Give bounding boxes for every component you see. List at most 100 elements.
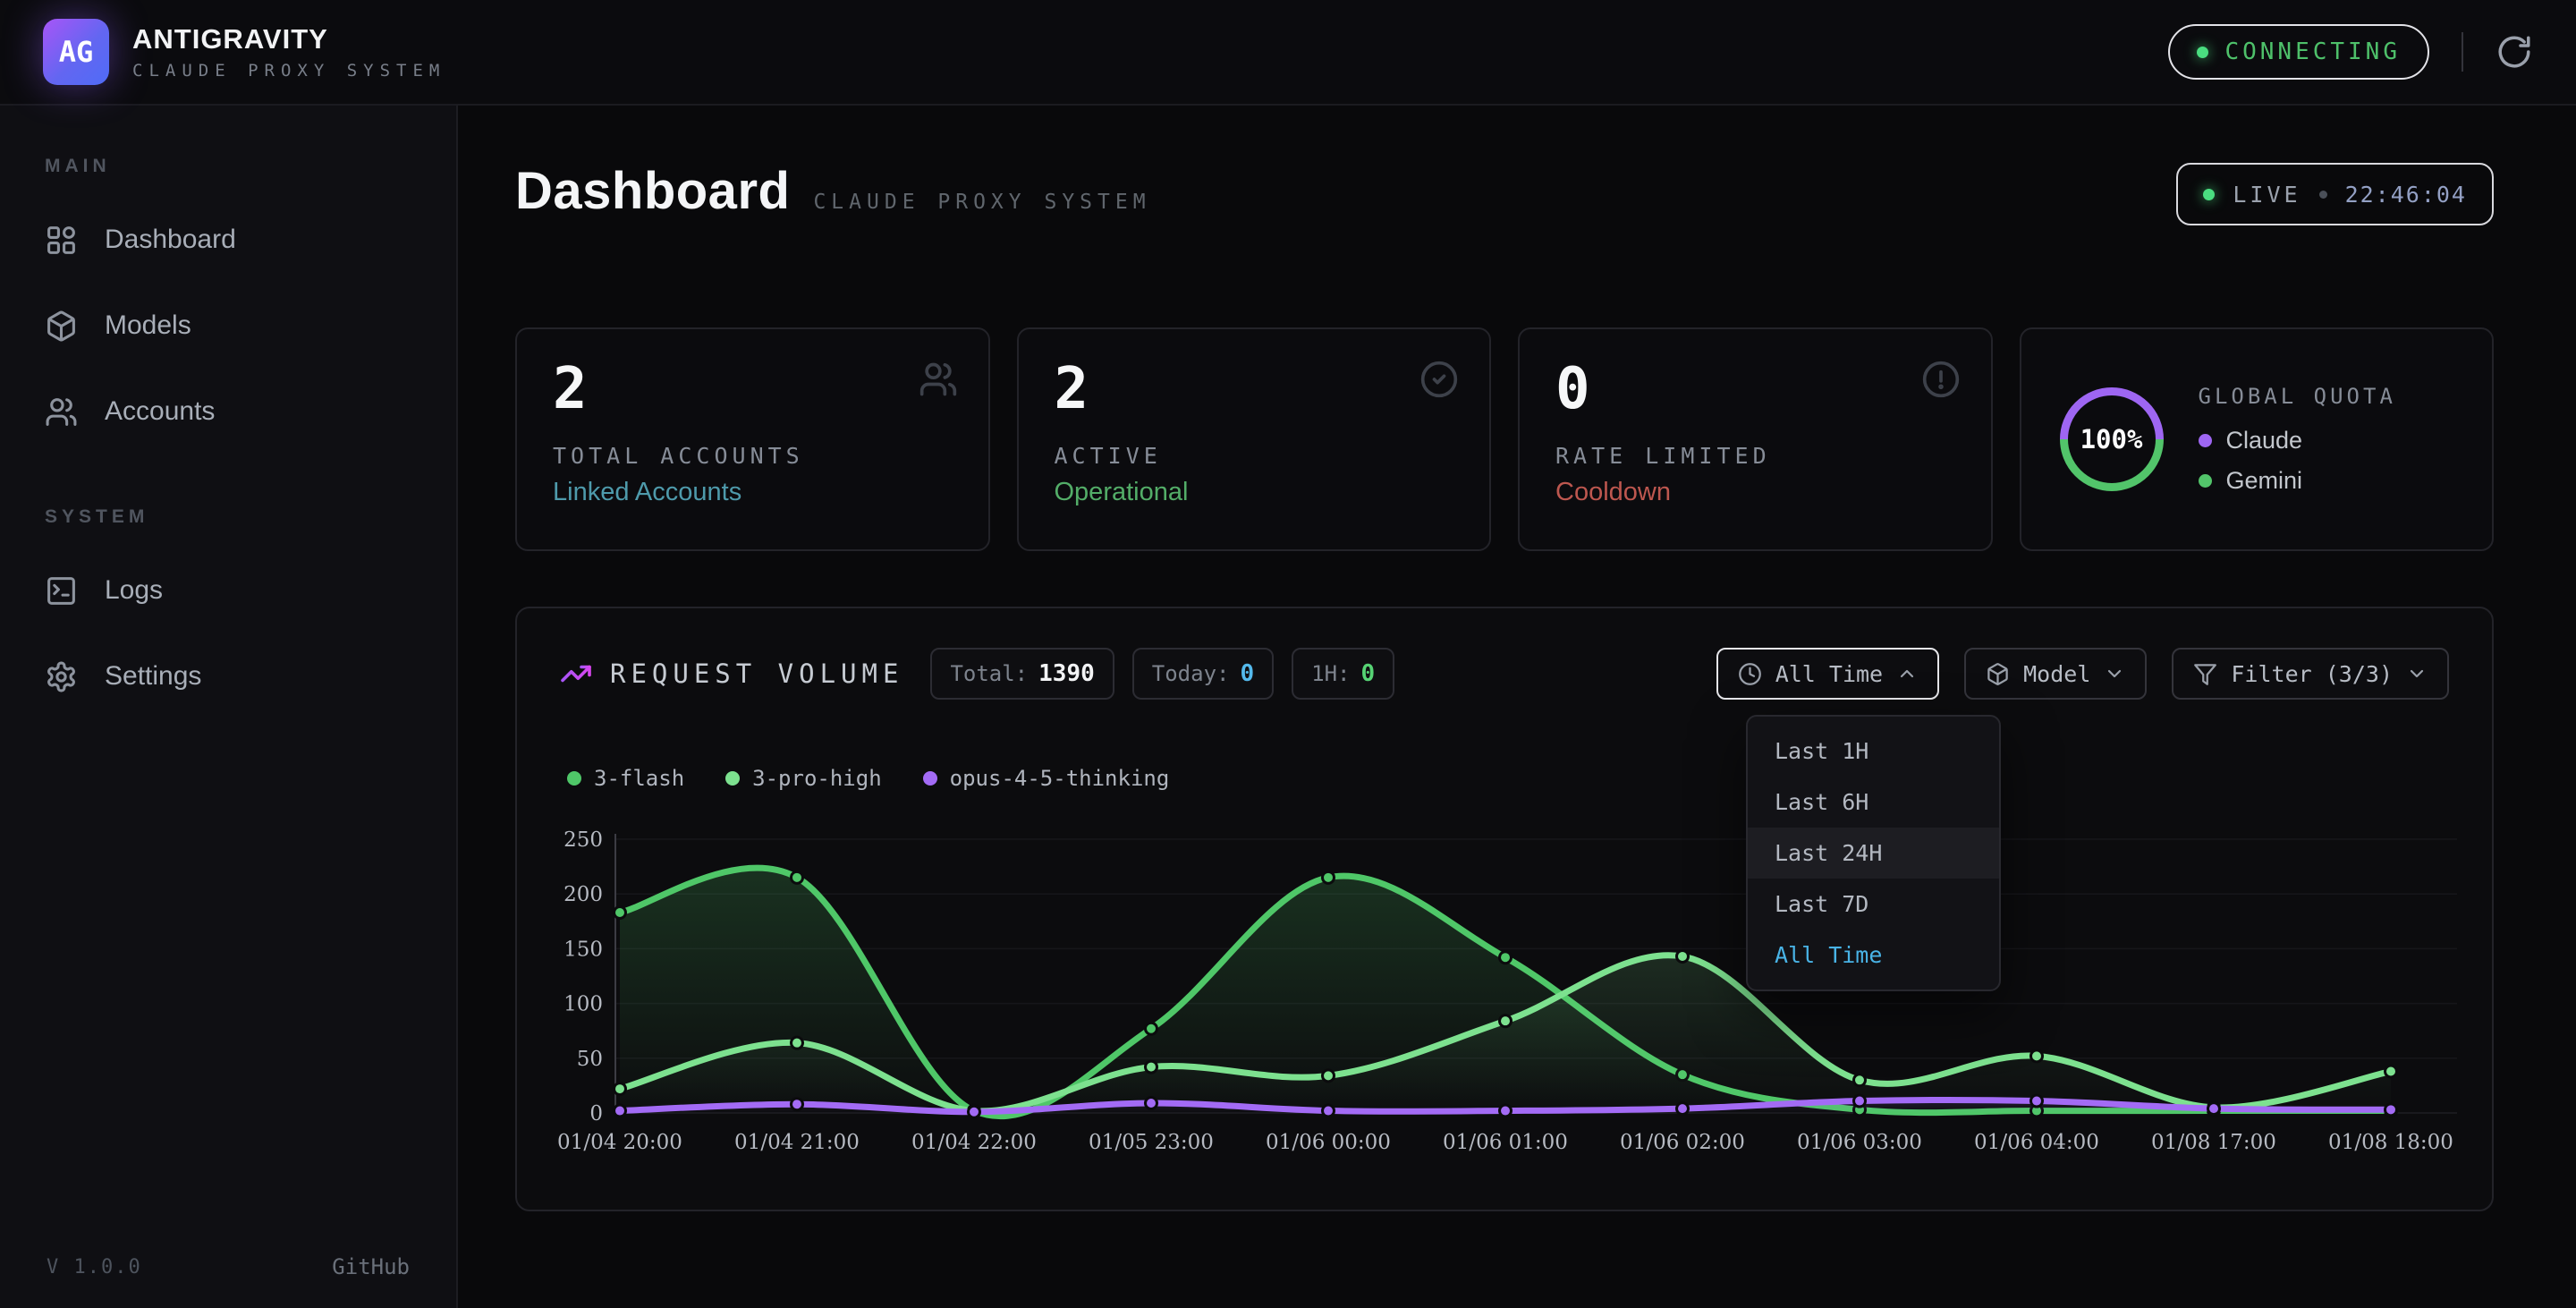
trending-up-icon xyxy=(560,658,592,690)
stat-card-active: 2 ACTIVE Operational xyxy=(1017,327,1492,551)
stat-subtext: Cooldown xyxy=(1555,478,1955,507)
svg-text:01/06 01:00: 01/06 01:00 xyxy=(1443,1131,1568,1154)
menu-item-last-24h[interactable]: Last 24H xyxy=(1748,828,1999,879)
legend-item-3-flash[interactable]: 3-flash xyxy=(567,766,684,791)
page-title: Dashboard xyxy=(515,161,790,221)
sidebar-item-label: Settings xyxy=(105,661,201,692)
series-dot-icon xyxy=(567,771,581,786)
chevron-down-icon xyxy=(2406,663,2428,684)
request-volume-chart: 05010015020025001/04 20:0001/04 21:0001/… xyxy=(553,828,2462,1168)
svg-text:01/05 23:00: 01/05 23:00 xyxy=(1089,1131,1214,1154)
refresh-icon[interactable] xyxy=(2496,33,2533,71)
live-status-badge: LIVE 22:46:04 xyxy=(2176,163,2494,225)
request-volume-card: REQUEST VOLUME Total: 1390 Today: 0 1H: … xyxy=(515,607,2494,1211)
chevron-up-icon xyxy=(1896,663,1918,684)
filter-button[interactable]: Filter (3/3) xyxy=(2172,648,2449,700)
svg-text:50: 50 xyxy=(577,1048,603,1071)
stat-value: 0 xyxy=(1555,360,1955,420)
clock-icon xyxy=(1738,662,1762,686)
svg-text:01/08 18:00: 01/08 18:00 xyxy=(2328,1131,2453,1154)
svg-text:100: 100 xyxy=(564,993,603,1016)
series-dot-icon xyxy=(923,771,937,786)
stat-subtext: Operational xyxy=(1055,478,1454,507)
global-quota-card: 100% GLOBAL QUOTA Claude Gemini xyxy=(2020,327,2495,551)
app-name: ANTIGRAVITY xyxy=(132,23,445,55)
status-label: CONNECTING xyxy=(2224,38,2401,65)
sidebar: MAIN Dashboard Models Accounts SYSTEM xyxy=(0,106,458,1308)
menu-item-last-1h[interactable]: Last 1H xyxy=(1748,726,1999,777)
terminal-icon xyxy=(45,574,78,607)
total-requests-badge: Total: 1390 xyxy=(930,648,1114,700)
connection-status-badge: CONNECTING xyxy=(2168,24,2429,80)
stat-subtext: Linked Accounts xyxy=(553,478,953,507)
sidebar-item-label: Dashboard xyxy=(105,225,236,255)
legend-item-opus[interactable]: opus-4-5-thinking xyxy=(923,766,1170,791)
check-circle-icon xyxy=(1419,360,1459,403)
stat-label: RATE LIMITED xyxy=(1555,443,1955,469)
separator-dot xyxy=(2319,191,2327,199)
sidebar-item-dashboard[interactable]: Dashboard xyxy=(0,197,456,283)
chevron-down-icon xyxy=(2104,663,2125,684)
menu-item-last-7d[interactable]: Last 7D xyxy=(1748,879,1999,930)
svg-text:01/04 20:00: 01/04 20:00 xyxy=(557,1131,682,1154)
live-clock: 22:46:04 xyxy=(2345,182,2467,208)
legend-item-3-pro-high[interactable]: 3-pro-high xyxy=(725,766,882,791)
svg-text:01/06 02:00: 01/06 02:00 xyxy=(1620,1131,1745,1154)
app-header: AG ANTIGRAVITY CLAUDE PROXY SYSTEM CONNE… xyxy=(0,0,2576,106)
svg-text:250: 250 xyxy=(564,828,603,852)
live-dot-icon xyxy=(2203,189,2215,200)
sidebar-section-system: SYSTEM xyxy=(0,506,456,528)
quota-label: GLOBAL QUOTA xyxy=(2199,384,2396,409)
grid-icon xyxy=(45,224,78,257)
sidebar-item-models[interactable]: Models xyxy=(0,283,456,369)
box-icon xyxy=(1986,662,2010,686)
stat-label: TOTAL ACCOUNTS xyxy=(553,443,953,469)
chart-legend: 3-flash 3-pro-high opus-4-5-thinking xyxy=(567,766,1169,791)
funnel-icon xyxy=(2193,662,2217,686)
time-range-menu: Last 1H Last 6H Last 24H Last 7D All Tim… xyxy=(1746,715,2001,991)
svg-text:150: 150 xyxy=(564,938,603,961)
gemini-dot-icon xyxy=(2199,474,2212,488)
app-subtitle: CLAUDE PROXY SYSTEM xyxy=(132,61,445,81)
menu-item-all-time[interactable]: All Time xyxy=(1748,930,1999,981)
svg-text:01/04 21:00: 01/04 21:00 xyxy=(734,1131,860,1154)
stat-card-total-accounts: 2 TOTAL ACCOUNTS Linked Accounts xyxy=(515,327,990,551)
alert-circle-icon xyxy=(1921,360,1961,403)
sidebar-item-label: Accounts xyxy=(105,396,215,427)
app-root: AG ANTIGRAVITY CLAUDE PROXY SYSTEM CONNE… xyxy=(0,0,2576,1308)
cube-icon xyxy=(45,310,78,343)
users-icon xyxy=(919,360,958,403)
quota-legend-claude: Claude xyxy=(2199,427,2396,454)
hour-requests-badge: 1H: 0 xyxy=(1292,648,1394,700)
users-icon xyxy=(45,395,78,429)
stat-value: 2 xyxy=(553,360,953,420)
time-range-button[interactable]: All Time xyxy=(1716,648,1939,700)
chart-title: REQUEST VOLUME xyxy=(560,658,903,690)
today-requests-badge: Today: 0 xyxy=(1132,648,1274,700)
series-dot-icon xyxy=(725,771,740,786)
svg-text:01/06 00:00: 01/06 00:00 xyxy=(1266,1131,1391,1154)
brand: AG ANTIGRAVITY CLAUDE PROXY SYSTEM xyxy=(43,19,445,85)
sidebar-item-accounts[interactable]: Accounts xyxy=(0,369,456,454)
quota-percent: 100% xyxy=(2057,385,2166,494)
sidebar-item-settings[interactable]: Settings xyxy=(0,633,456,719)
version-label: V 1.0.0 xyxy=(47,1256,142,1278)
model-filter-button[interactable]: Model xyxy=(1964,648,2147,700)
github-link[interactable]: GitHub xyxy=(332,1254,410,1279)
menu-item-last-6h[interactable]: Last 6H xyxy=(1748,777,1999,828)
svg-text:200: 200 xyxy=(564,883,603,906)
stat-card-rate-limited: 0 RATE LIMITED Cooldown xyxy=(1518,327,1993,551)
stat-label: ACTIVE xyxy=(1055,443,1454,469)
main-content: Dashboard CLAUDE PROXY SYSTEM LIVE 22:46… xyxy=(458,106,2576,1308)
sidebar-section-main: MAIN xyxy=(0,156,456,177)
svg-text:01/06 04:00: 01/06 04:00 xyxy=(1974,1131,2099,1154)
svg-text:01/04 22:00: 01/04 22:00 xyxy=(911,1131,1037,1154)
svg-text:01/08 17:00: 01/08 17:00 xyxy=(2151,1131,2276,1154)
gear-icon xyxy=(45,660,78,693)
divider xyxy=(2462,32,2463,72)
quota-donut-chart: 100% xyxy=(2057,385,2166,494)
stat-value: 2 xyxy=(1055,360,1454,420)
sidebar-item-logs[interactable]: Logs xyxy=(0,548,456,633)
page-subtitle: CLAUDE PROXY SYSTEM xyxy=(813,191,1150,214)
claude-dot-icon xyxy=(2199,434,2212,447)
